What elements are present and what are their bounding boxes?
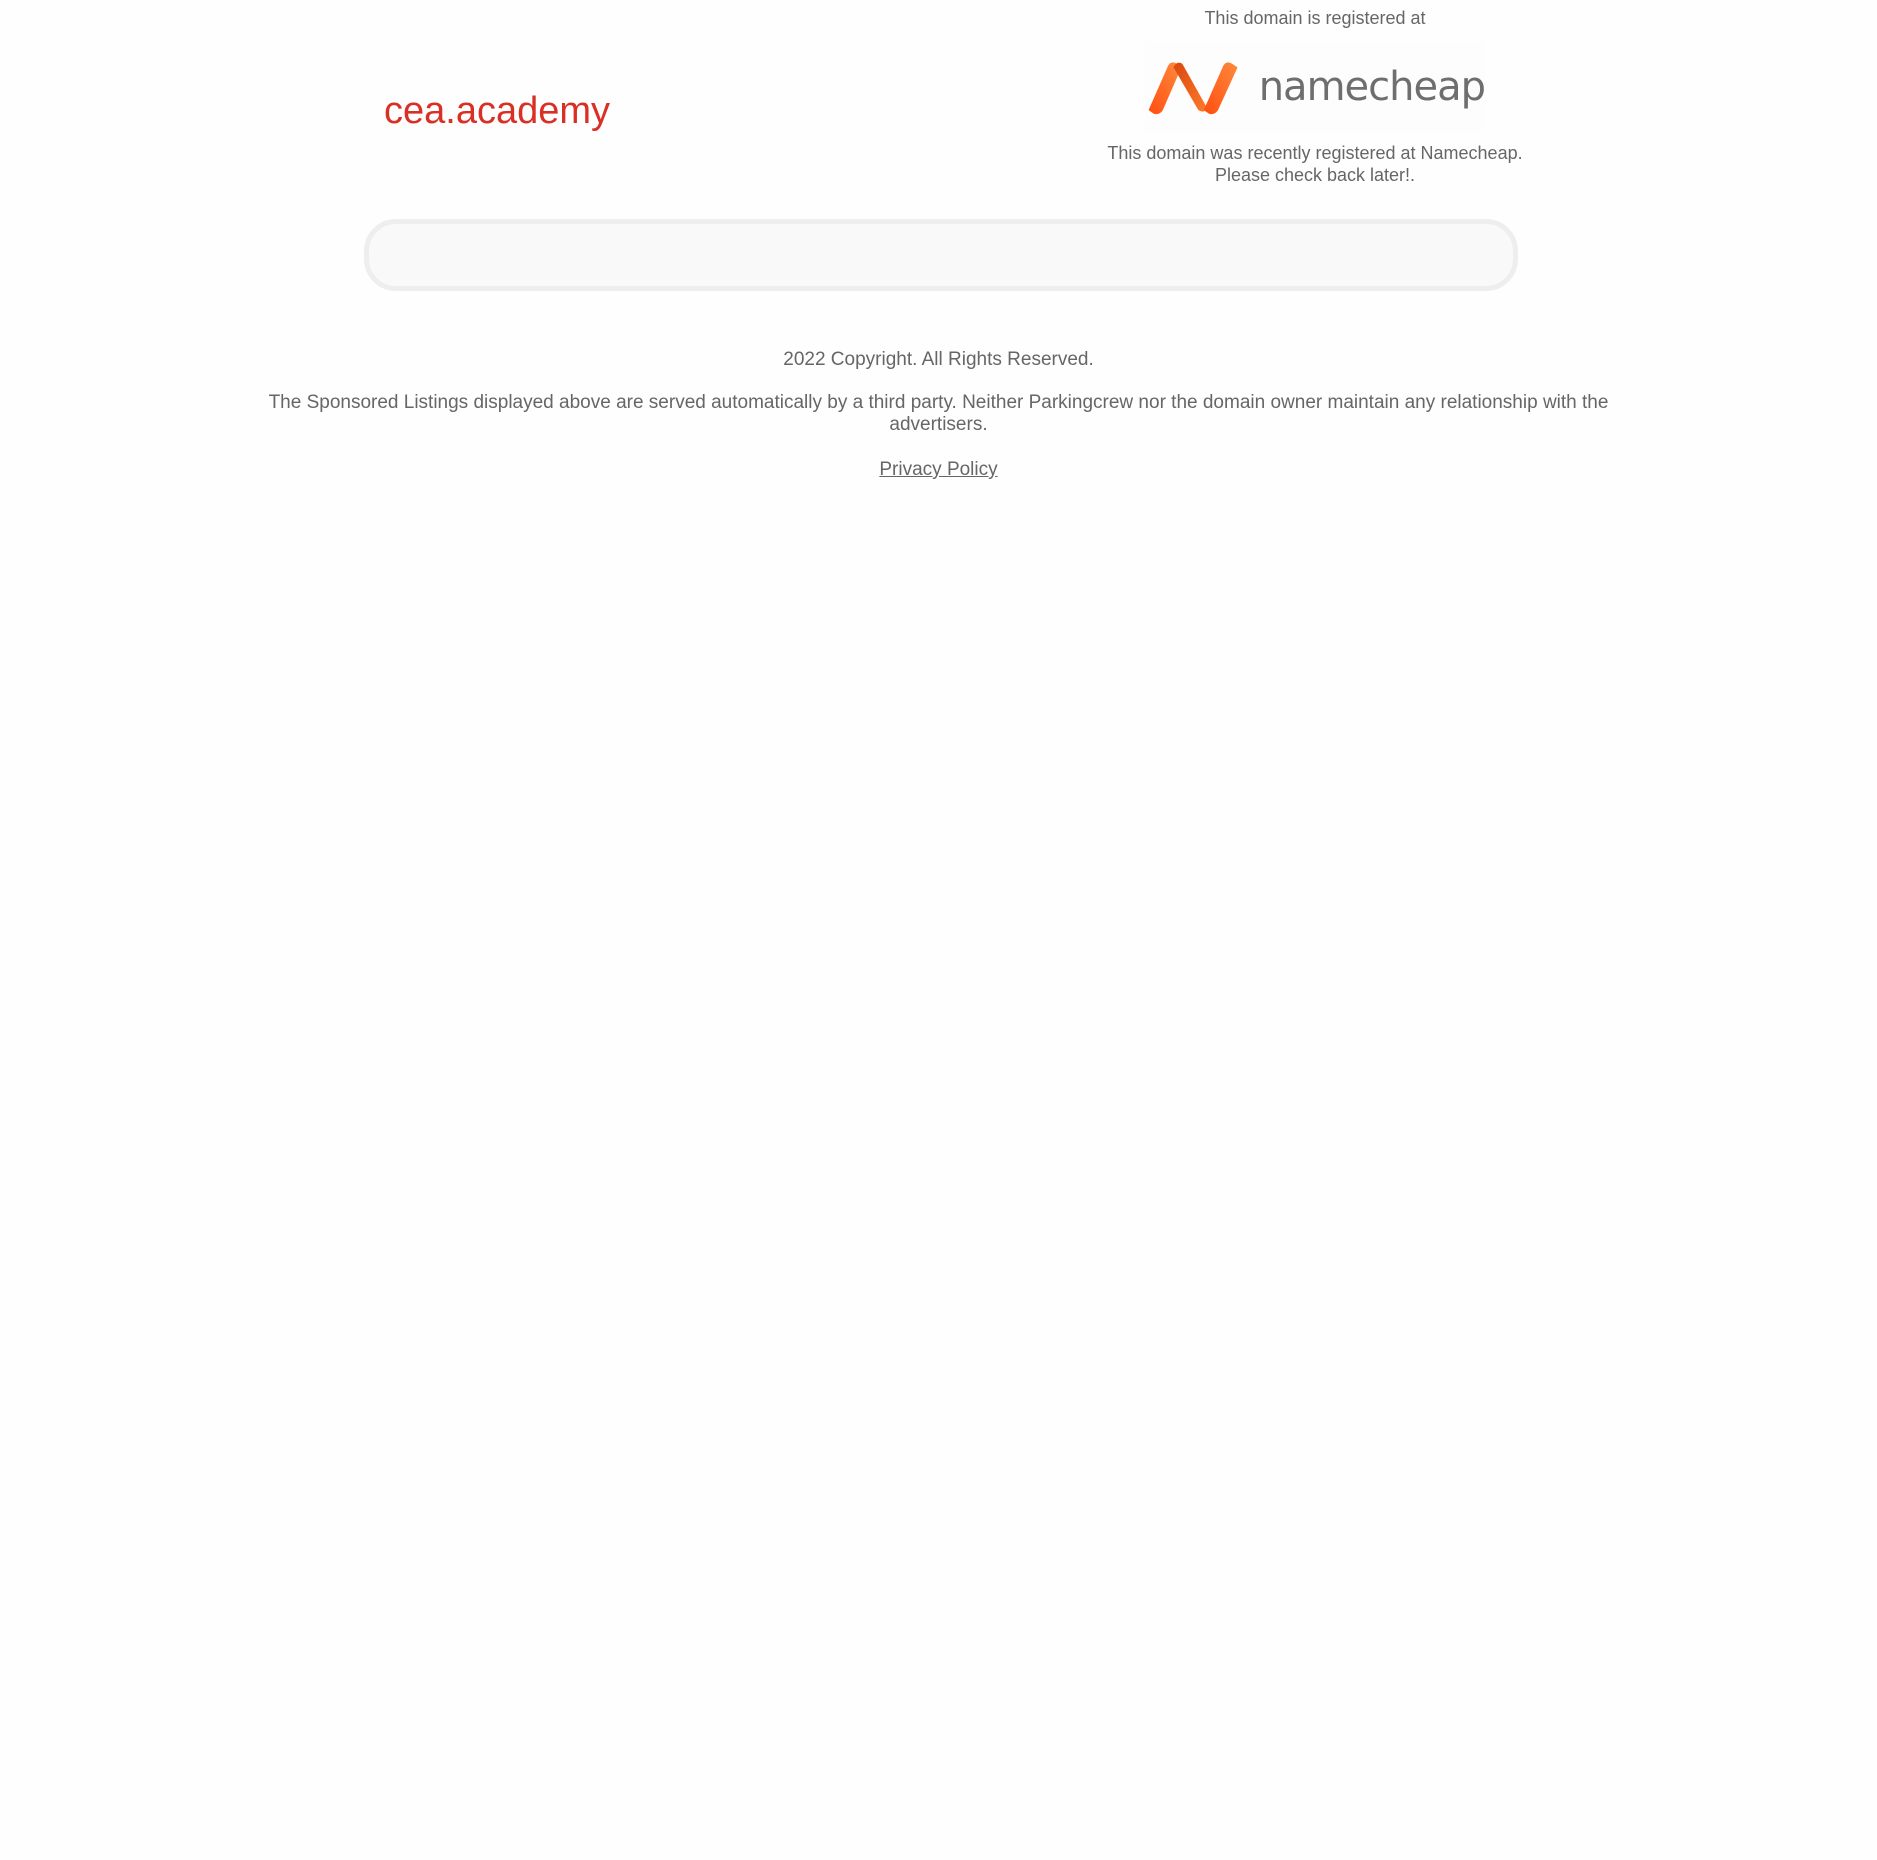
registered-at-label: This domain is registered at [1204, 8, 1426, 28]
disclaimer-text: The Sponsored Listings displayed above a… [268, 392, 1609, 435]
privacy-policy-container: Privacy Policy [0, 458, 1877, 482]
check-back-line: Please check back later!. [1214, 165, 1416, 185]
recently-registered-line: This domain was recently registered at N… [1107, 143, 1523, 163]
privacy-policy-link[interactable]: Privacy Policy [879, 459, 997, 480]
parked-domain-page: cea.academy This domain is registered at [0, 0, 1877, 1860]
footer: 2022 Copyright. All Rights Reserved. The… [0, 348, 1877, 482]
namecheap-wordmark: namecheap [1258, 64, 1486, 110]
recently-registered-notice: This domain was recently registered at N… [1060, 142, 1570, 186]
sponsored-listings-box [364, 219, 1518, 291]
domain-name-heading: cea.academy [384, 90, 611, 132]
namecheap-logo[interactable]: namecheap [1145, 42, 1486, 132]
namecheap-n-icon [1148, 62, 1238, 115]
copyright-text: 2022 Copyright. All Rights Reserved. [783, 349, 1094, 370]
registrar-info: This domain is registered at namecheap T… [1060, 6, 1570, 186]
